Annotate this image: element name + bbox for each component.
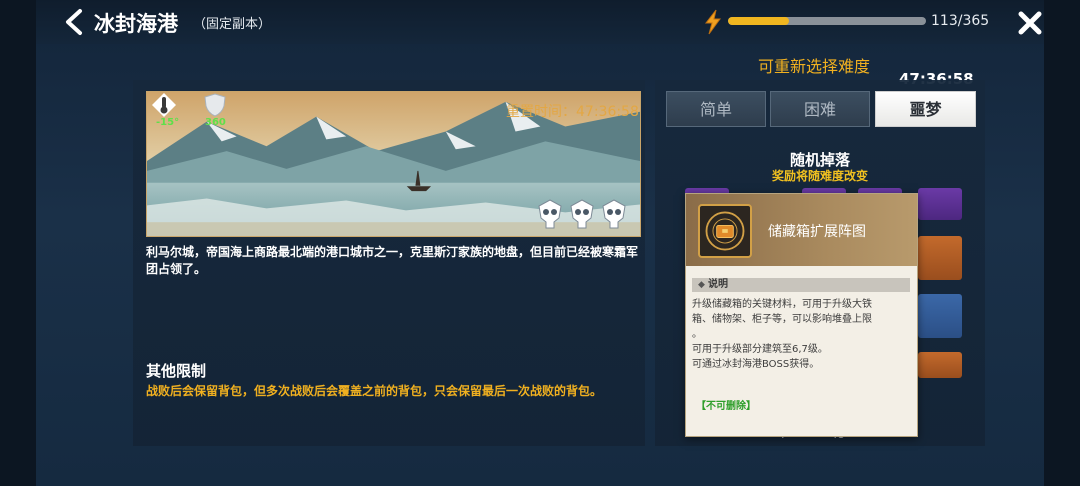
thermometer-icon [152,93,176,117]
tooltip-line: 可通过冰封海港BOSS获得。 [692,359,820,370]
lightning-icon [704,9,721,35]
defense-value: 360 [205,117,226,128]
reset-timer: 重置时间：47:36:58 [506,104,639,120]
screen-edge-left [0,0,36,486]
close-x-icon[interactable] [1017,10,1043,36]
chest-blueprint-icon [698,204,752,258]
reselect-difficulty-label: 可重新选择难度 [758,57,871,76]
skull-icon [570,199,594,229]
tab-hard[interactable]: 困难 [770,91,870,127]
skull-icon [602,199,626,229]
page-title: 冰封海港 [94,12,178,36]
screen-edge-right [1044,0,1080,486]
tab-easy[interactable]: 简单 [666,91,766,127]
tooltip-line: 箱、储物架、柜子等，可以影响堆叠上限 [692,314,872,325]
energy-bar [728,17,926,25]
scroll-icon[interactable] [918,294,962,338]
tab-nightmare[interactable]: 噩梦 [875,91,976,127]
tooltip-line: 可用于升级部分建筑至6,7级。 [692,344,828,355]
shield-icon [204,93,226,117]
tooltip-section-header: ◆ 说明 [692,278,910,292]
map-scroll-icon[interactable] [918,352,962,378]
other-limits-title: 其他限制 [146,362,207,380]
tooltip-description: 升级储藏箱的关键材料，可用于升级大铁 箱、储物架、柜子等，可以影响堆叠上限 。 … [692,297,914,372]
diamond-icon: ◆ [698,280,705,290]
other-limits-text: 战败后会保留背包，但多次战败后会覆盖之前的背包，只会保留最后一次战败的背包。 [146,384,603,398]
energy-bar-fill [728,17,790,25]
back-arrow-icon[interactable] [62,8,88,36]
random-drops-subtitle: 奖励将随难度改变 [771,169,868,183]
tooltip-line: 。 [692,329,702,340]
tooltip-line: 升级储藏箱的关键材料，可用于升级大铁 [692,299,872,310]
page-subtitle: （固定副本） [193,17,272,32]
temperature-value: -15° [156,117,180,128]
stage-description: 利马尔城，帝国海上商路最北端的港口城市之一，克里斯汀家族的地盘，但目前已经被寒霜… [146,245,639,276]
skull-icon [538,199,562,229]
energy-count: 113/365 [931,13,990,29]
tooltip-item-name: 储藏箱扩展阵图 [768,224,866,240]
treasure-chest-icon[interactable] [918,188,962,220]
item-tooltip: 储藏箱扩展阵图 ◆ 说明 升级储藏箱的关键材料，可用于升级大铁 箱、储物架、柜子… [685,193,918,437]
undeletable-label: 【不可删除】 [696,401,756,412]
drop-item[interactable] [918,236,962,280]
tooltip-section-label: 说明 [708,279,728,290]
